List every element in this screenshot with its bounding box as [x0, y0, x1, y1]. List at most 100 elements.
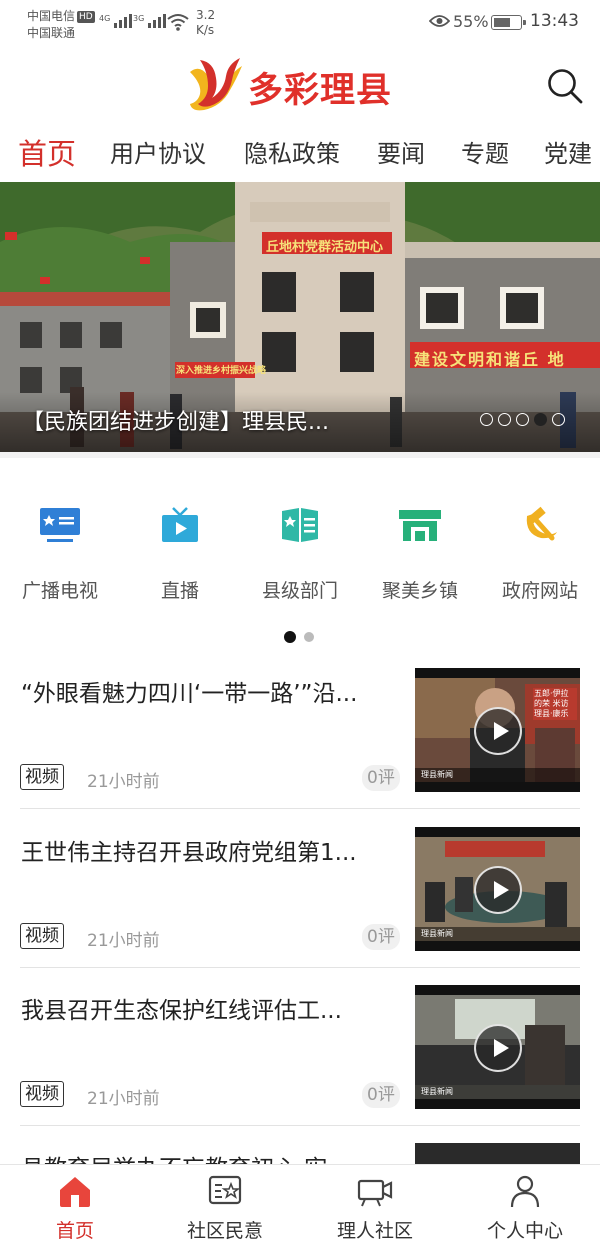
tab-headlines[interactable]: 要闻: [377, 134, 425, 169]
status-bar: 中国电信 HD 中国联通 4G 3G 3.2 K/s 55% 13:43: [0, 0, 600, 46]
play-icon[interactable]: [474, 866, 522, 914]
carrier-1: 中国电信: [27, 9, 76, 23]
quick-link-broadcast-tv[interactable]: 广播电视: [0, 490, 120, 603]
nav-personal-center[interactable]: 个人中心: [450, 1165, 600, 1247]
app-logo-icon: [190, 58, 242, 111]
quick-link-townships[interactable]: 聚美乡镇: [360, 490, 480, 603]
quick-links-grid: 广播电视 直播 县级部门 聚美乡镇 政府网站: [0, 490, 600, 620]
channel-tab-bar: 首页 用户协议 隐私政策 要闻 专题 党建: [0, 122, 600, 182]
wifi-icon: [167, 14, 189, 31]
banner-sign-top: 丘地村党群活动中心: [266, 240, 384, 255]
banner-dot[interactable]: [480, 413, 493, 426]
news-type-tag: 视频: [20, 1081, 64, 1107]
news-comment-count: 0评: [362, 1082, 400, 1108]
net-speed-unit: K/s: [196, 23, 215, 37]
banner-carousel[interactable]: 丘地村党群活动中心 建设文明和谐丘 地 深入推进乡村振兴战略 【民族团结进步创建…: [0, 182, 600, 452]
quick-link-label: 直播: [160, 580, 199, 602]
carrier-2: 中国联通: [27, 26, 76, 40]
person-icon: [510, 1175, 540, 1208]
news-time: 21小时前: [87, 1089, 160, 1109]
news-divider: [20, 967, 580, 968]
news-divider: [20, 808, 580, 809]
nav-community-opinion[interactable]: 社区民意: [150, 1165, 300, 1247]
net-type-1: 4G: [99, 14, 111, 23]
quick-link-county-departments[interactable]: 县级部门: [240, 490, 360, 603]
banner-page-dots: [480, 413, 565, 426]
eye-comfort-icon: [429, 15, 450, 27]
township-shop-icon: [399, 510, 441, 541]
thumbnail-caption: 理县新闻: [421, 1087, 453, 1096]
section-divider: [0, 452, 600, 458]
net-speed: 3.2 K/s: [196, 8, 215, 38]
quick-link-label: 县级部门: [261, 580, 338, 602]
thumbnail-caption: 理县新闻: [421, 770, 453, 779]
news-comment-count: 0评: [362, 924, 400, 950]
tab-user-agreement[interactable]: 用户协议: [110, 134, 206, 169]
news-video-thumbnail[interactable]: 理县新闻: [415, 985, 580, 1109]
play-icon[interactable]: [474, 1024, 522, 1072]
app-title: 多彩理县: [248, 71, 393, 111]
bottom-navigation: 首页 社区民意 理人社区 个人中心: [0, 1164, 600, 1247]
page-dot[interactable]: [304, 632, 314, 642]
news-title[interactable]: 我县召开生态保护红线评估工...: [21, 995, 396, 1027]
nav-label: 首页: [55, 1220, 94, 1242]
home-icon: [60, 1177, 90, 1207]
tab-home[interactable]: 首页: [18, 131, 76, 173]
banner-sign-left: 深入推进乡村振兴战略: [176, 366, 267, 376]
hd-badge: HD: [77, 11, 95, 23]
news-time: 21小时前: [87, 772, 160, 792]
news-type-tag: 视频: [20, 764, 64, 790]
clock: 13:43: [530, 11, 579, 31]
news-item[interactable]: 我县召开生态保护红线评估工... 视频 21小时前 0评 理县新闻: [0, 985, 600, 1143]
news-title[interactable]: 王世伟主持召开县政府党组第1...: [21, 837, 396, 869]
tab-topics[interactable]: 专题: [461, 134, 509, 169]
quick-link-government-site[interactable]: 政府网站: [480, 490, 600, 603]
quick-link-label: 广播电视: [21, 580, 98, 602]
news-video-thumbnail[interactable]: 五郎·伊拉的荣 米访理县·康乐 理县新闻: [415, 668, 580, 792]
battery-percent: 55%: [453, 12, 489, 31]
news-comment-count: 0评: [362, 765, 400, 791]
news-title[interactable]: “外眼看魅力四川‘一带一路’”沿...: [21, 678, 396, 710]
banner-sign-right: 建设文明和谐丘 地: [414, 350, 566, 369]
nav-home[interactable]: 首页: [0, 1165, 150, 1247]
news-item[interactable]: 王世伟主持召开县政府党组第1... 视频 21小时前 0评 理县新闻: [0, 827, 600, 985]
quick-link-label: 政府网站: [501, 580, 578, 602]
banner-dot[interactable]: [516, 413, 529, 426]
thumbnail-overlay-text: 五郎·伊拉的荣 米访理县·康乐: [533, 688, 577, 720]
thumbnail-caption: 理县新闻: [421, 929, 453, 938]
community-opinion-icon: [208, 1175, 242, 1205]
department-book-icon: [282, 508, 318, 542]
live-tv-icon: [162, 507, 198, 542]
news-time: 21小时前: [87, 931, 160, 951]
tv-broadcast-icon: [40, 508, 80, 542]
news-divider: [20, 1125, 580, 1126]
net-speed-value: 3.2: [196, 8, 216, 22]
page-dot-active[interactable]: [284, 631, 296, 643]
banner-caption[interactable]: 【民族团结进步创建】理县民...: [22, 404, 329, 436]
news-type-tag: 视频: [20, 923, 64, 949]
nav-label: 理人社区: [336, 1220, 413, 1242]
app-header: 多彩理县: [0, 46, 600, 122]
nav-label: 个人中心: [486, 1220, 563, 1242]
play-icon[interactable]: [474, 707, 522, 755]
tab-privacy-policy[interactable]: 隐私政策: [244, 134, 340, 169]
news-video-thumbnail[interactable]: 理县新闻: [415, 827, 580, 951]
search-icon[interactable]: [545, 66, 585, 106]
news-item[interactable]: “外眼看魅力四川‘一带一路’”沿... 视频 21小时前 0评 五郎·伊拉的荣 …: [0, 668, 600, 826]
banner-dot-active[interactable]: [534, 413, 547, 426]
quick-link-live[interactable]: 直播: [120, 490, 240, 603]
quick-links-page-dots: [284, 631, 314, 643]
carrier-info: 中国电信 HD 中国联通: [27, 8, 95, 42]
tab-party-building[interactable]: 党建: [544, 134, 592, 169]
quick-link-label: 聚美乡镇: [381, 580, 458, 602]
video-community-icon: [357, 1179, 393, 1207]
banner-dot[interactable]: [498, 413, 511, 426]
signal-4g-icon: 4G: [99, 14, 133, 28]
hammer-sickle-icon: [526, 506, 557, 541]
nav-label: 社区民意: [186, 1220, 263, 1242]
battery-icon: [491, 15, 526, 30]
banner-dot[interactable]: [552, 413, 565, 426]
net-type-2: 3G: [133, 14, 145, 23]
nav-lixian-community[interactable]: 理人社区: [300, 1165, 450, 1247]
signal-3g-icon: 3G: [133, 14, 167, 28]
